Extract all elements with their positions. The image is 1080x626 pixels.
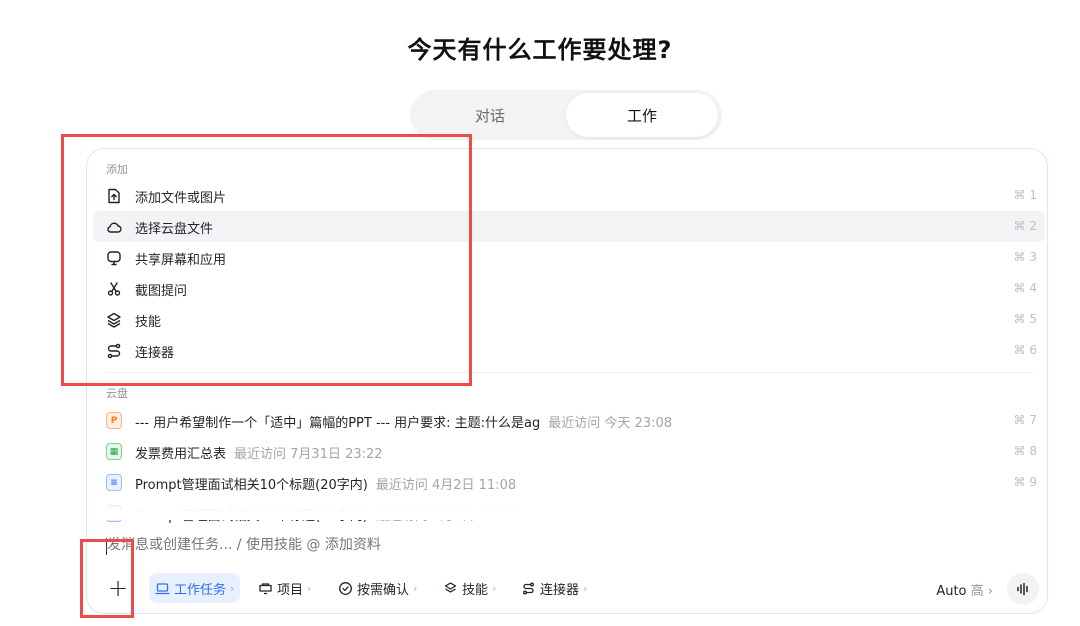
sheet-file-icon: ▦ [106, 443, 122, 460]
connectors-label: 连接器 [540, 582, 580, 598]
file-meta: 最近访问 今天 23:08 [548, 416, 673, 431]
skills-icon [444, 581, 457, 593]
menu-item-add-file[interactable]: 添加文件或图片 ⌘ 1 [93, 180, 1045, 211]
cloud-file-row[interactable]: ▦ 发票费用汇总表 最近访问 7月31日 23:22 ⌘ 8 [93, 436, 1045, 467]
add-section-title: 添加 [106, 163, 128, 176]
input-divider [87, 519, 1047, 520]
voice-wave-icon [1017, 582, 1028, 596]
shortcut-hint: ⌘ 1 [1013, 188, 1037, 202]
laptop-icon [155, 582, 170, 594]
chevron-right-icon: › [307, 581, 312, 595]
shortcut-hint: ⌘ 4 [1013, 281, 1037, 295]
confirm-mode-chip[interactable]: 按需确认 › [332, 573, 423, 603]
composer-toolbar: + 工作任务 › 项目 › 按需确认 › 技能 › 连接器 › Auto 高 › [87, 571, 1047, 605]
scissors-icon [105, 280, 123, 298]
shortcut-hint: ⌘ 3 [1013, 250, 1037, 264]
skills-label: 技能 [462, 582, 489, 598]
skills-icon [105, 311, 123, 329]
menu-item-label: 连接器 [135, 346, 175, 361]
shortcut-hint: ⌘ 9 [1013, 475, 1037, 489]
ppt-file-icon: P [106, 412, 122, 429]
menu-item-screen-share[interactable]: 共享屏幕和应用 ⌘ 3 [93, 242, 1045, 273]
mode-toggle: 对话 工作 [410, 90, 722, 140]
connectors-chip[interactable]: 连接器 › [515, 573, 593, 603]
chevron-right-icon: › [230, 581, 235, 595]
work-task-chip[interactable]: 工作任务 › [149, 573, 241, 603]
cloud-section-title: 云盘 [106, 387, 128, 400]
project-chip[interactable]: 项目 › [252, 573, 317, 603]
menu-item-label: 添加文件或图片 [135, 191, 227, 206]
shortcut-hint: ⌘ 8 [1013, 444, 1037, 458]
cloud-file-row[interactable]: P --- 用户希望制作一个「适中」篇幅的PPT --- 用户要求: 主题:什么… [93, 405, 1045, 436]
confirm-mode-label: 按需确认 [357, 582, 410, 598]
skills-chip[interactable]: 技能 › [437, 573, 502, 603]
screen-share-icon [105, 249, 123, 267]
page-heading: 今天有什么工作要处理? [407, 36, 673, 64]
upload-file-icon [105, 187, 123, 205]
tab-work[interactable]: 工作 [566, 93, 718, 137]
chevron-right-icon: › [583, 581, 588, 595]
menu-item-skills[interactable]: 技能 ⌘ 5 [93, 304, 1045, 335]
menu-item-connector[interactable]: 连接器 ⌘ 6 [93, 335, 1045, 366]
project-label: 项目 [277, 582, 304, 598]
menu-item-label: 截图提问 [135, 284, 188, 299]
menu-item-screenshot[interactable]: 截图提问 ⌘ 4 [93, 273, 1045, 304]
connector-icon [105, 342, 123, 360]
file-meta: 最近访问 7月31日 23:22 [234, 447, 383, 462]
chevron-right-icon: › [987, 584, 993, 599]
shortcut-hint: ⌘ 6 [1013, 343, 1037, 357]
model-selector[interactable]: Auto 高 › [936, 580, 993, 599]
text-caret [106, 538, 107, 555]
cloud-icon [105, 218, 123, 236]
voice-input-button[interactable] [1007, 573, 1039, 605]
chevron-right-icon: › [492, 581, 497, 595]
add-attachment-button[interactable]: + [105, 574, 131, 602]
menu-item-label: 技能 [135, 315, 162, 330]
model-label: Auto [936, 584, 967, 599]
menu-item-label: 共享屏幕和应用 [135, 253, 227, 268]
project-icon [259, 582, 272, 594]
list-fade [87, 489, 1047, 519]
prompt-input[interactable] [107, 537, 807, 553]
check-circle-icon [339, 581, 352, 595]
composer-panel: 添加 添加文件或图片 ⌘ 1 选择云盘文件 ⌘ 2 共享屏幕和应用 ⌘ 3 截图… [86, 148, 1048, 614]
menu-item-label: 选择云盘文件 [135, 222, 214, 237]
file-name: 发票费用汇总表 [135, 447, 227, 462]
shortcut-hint: ⌘ 2 [1013, 219, 1037, 233]
chevron-right-icon: › [413, 581, 418, 595]
work-task-label: 工作任务 [174, 582, 227, 598]
file-name: --- 用户希望制作一个「适中」篇幅的PPT --- 用户要求: 主题:什么是a… [135, 416, 541, 431]
effort-level: 高 [970, 584, 984, 599]
tab-chat[interactable]: 对话 [414, 93, 566, 137]
shortcut-hint: ⌘ 5 [1013, 312, 1037, 326]
connector-icon [523, 582, 534, 594]
section-divider [106, 372, 1034, 373]
menu-item-cloud-file[interactable]: 选择云盘文件 ⌘ 2 [93, 211, 1045, 242]
shortcut-hint: ⌘ 7 [1013, 413, 1037, 427]
